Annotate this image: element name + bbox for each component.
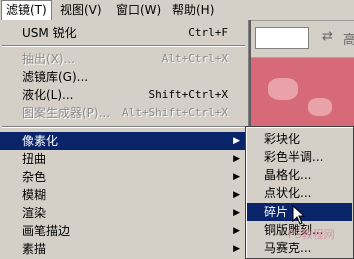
menu-item-label: 像素化 bbox=[22, 134, 59, 148]
submenu-item-color-halftone-block[interactable]: 彩块化 bbox=[247, 130, 352, 148]
menu-item-pattern-maker: 图案生成器(P)... Alt+Shift+Ctrl+X bbox=[0, 104, 248, 122]
menu-item-label: 扭曲 bbox=[22, 152, 47, 166]
submenu-arrow-icon: ▶ bbox=[233, 172, 240, 182]
menu-item-label: 抽出(X)... bbox=[22, 52, 76, 66]
submenu-arrow-icon: ▶ bbox=[233, 190, 240, 200]
submenu-arrow-icon: ▶ bbox=[233, 154, 240, 164]
menu-filter[interactable]: 滤镜(T) bbox=[1, 0, 52, 20]
menu-separator bbox=[2, 45, 245, 47]
submenu-item-crystallize[interactable]: 晶格化... bbox=[247, 166, 352, 184]
menu-item-shortcut: Shift+Ctrl+X bbox=[148, 88, 228, 101]
menu-item-blur[interactable]: 模糊 ▶ bbox=[0, 186, 248, 204]
watermark: PS教程网 bbox=[288, 228, 335, 241]
menu-item-label: 液化(L)... bbox=[22, 88, 74, 102]
menu-item-label: 渲染 bbox=[22, 206, 47, 220]
menu-item-shortcut: Alt+Shift+Ctrl+X bbox=[122, 106, 228, 119]
submenu-item-label: 晶格化... bbox=[264, 168, 312, 182]
menu-item-label: 模糊 bbox=[22, 188, 47, 202]
submenu-arrow-icon: ▶ bbox=[233, 226, 240, 236]
menu-item-label: 画笔描边 bbox=[22, 224, 71, 238]
menu-item-distort[interactable]: 扭曲 ▶ bbox=[0, 150, 248, 168]
menu-separator bbox=[2, 126, 245, 128]
submenu-item-label: 彩块化 bbox=[264, 132, 301, 146]
menu-window[interactable]: 窗口(W) bbox=[112, 0, 165, 20]
menu-bar: 滤镜(T) 视图(V) 窗口(W) 帮助(H) bbox=[0, 0, 354, 21]
submenu-arrow-icon: ▶ bbox=[233, 208, 240, 218]
submenu-arrow-icon: ▶ bbox=[233, 136, 240, 146]
submenu-item-label: 碎片 bbox=[264, 205, 289, 219]
menu-item-label: USM 锐化 bbox=[22, 26, 77, 40]
menu-help[interactable]: 帮助(H) bbox=[168, 0, 218, 20]
submenu-item-pointillize[interactable]: 点状化... bbox=[247, 184, 352, 202]
toolbar-input[interactable] bbox=[255, 27, 309, 49]
menu-item-usm-sharpen[interactable]: USM 锐化 Ctrl+F bbox=[0, 24, 248, 42]
menu-item-shortcut: Ctrl+F bbox=[188, 26, 228, 39]
menu-item-brush-strokes[interactable]: 画笔描边 ▶ bbox=[0, 222, 248, 240]
toolbar-label-partial: 高 bbox=[343, 33, 354, 48]
submenu-item-label: 点状化... bbox=[264, 186, 312, 200]
submenu-arrow-icon: ▶ bbox=[233, 244, 240, 254]
mouse-pointer-icon bbox=[292, 205, 306, 225]
menu-item-label: 滤镜库(G)... bbox=[22, 70, 89, 84]
swap-icon[interactable]: ⇄ bbox=[322, 29, 333, 44]
filter-dropdown-menu: USM 锐化 Ctrl+F 抽出(X)... Alt+Ctrl+X 滤镜库(G)… bbox=[0, 20, 249, 259]
menu-view[interactable]: 视图(V) bbox=[56, 0, 106, 20]
menu-item-extract: 抽出(X)... Alt+Ctrl+X bbox=[0, 50, 248, 68]
menu-item-label: 杂色 bbox=[22, 170, 47, 184]
menu-item-pixelate[interactable]: 像素化 ▶ bbox=[0, 132, 248, 150]
canvas-highlight bbox=[308, 98, 332, 116]
menu-item-filter-gallery[interactable]: 滤镜库(G)... bbox=[0, 68, 248, 86]
menu-item-shortcut: Alt+Ctrl+X bbox=[161, 52, 228, 65]
submenu-item-label: 彩色半调... bbox=[264, 150, 324, 164]
canvas-highlight bbox=[268, 78, 298, 100]
menu-item-label: 素描 bbox=[22, 242, 47, 256]
menu-item-noise[interactable]: 杂色 ▶ bbox=[0, 168, 248, 186]
submenu-item-color-halftone[interactable]: 彩色半调... bbox=[247, 148, 352, 166]
menu-item-render[interactable]: 渲染 ▶ bbox=[0, 204, 248, 222]
menu-item-liquify[interactable]: 液化(L)... Shift+Ctrl+X bbox=[0, 86, 248, 104]
menu-item-sketch[interactable]: 素描 ▶ bbox=[0, 240, 248, 258]
menu-item-label: 图案生成器(P)... bbox=[22, 106, 111, 120]
